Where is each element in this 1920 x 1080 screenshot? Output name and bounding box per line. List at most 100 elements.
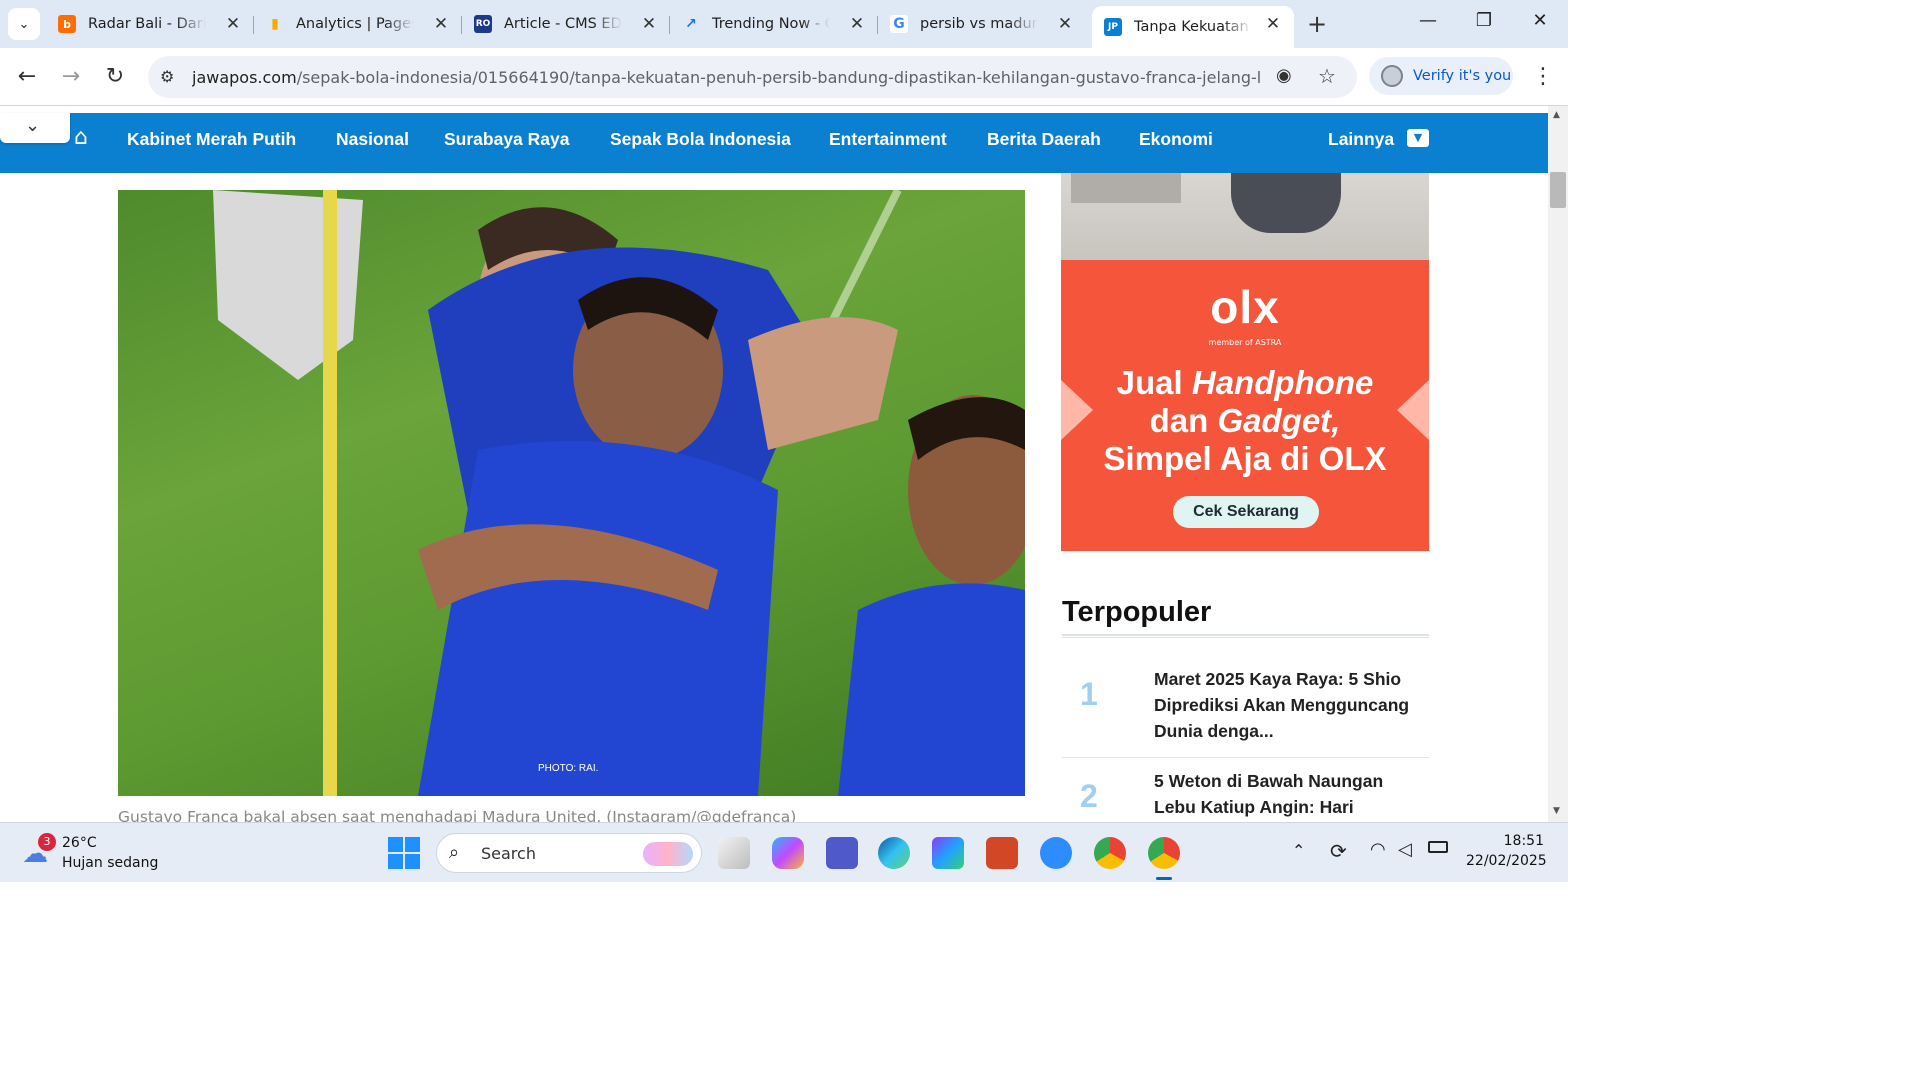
nav-item-ekonomi[interactable]: Ekonomi (1139, 129, 1213, 150)
nav-item-sepak-bola-indonesia[interactable]: Sepak Bola Indonesia (610, 129, 791, 150)
caret-down-icon[interactable]: ▼ (1407, 129, 1429, 147)
tab-strip: ⌄ b Radar Bali - Dari Ba ✕ ▮ Analytics |… (0, 0, 1568, 48)
verify-button[interactable]: Verify it's you (1369, 57, 1513, 95)
site-navigation: ⌄ ⌂ Kabinet Merah Putih Nasional Surabay… (0, 113, 1548, 173)
olx-logo: olx (1210, 281, 1280, 333)
popular-item[interactable]: 1 Maret 2025 Kaya Raya: 5 Shio Diprediks… (1062, 666, 1429, 758)
arrow-right-icon (1397, 380, 1429, 440)
popular-title[interactable]: 5 Weton di Bawah Naungan Lebu Katiup Ang… (1154, 768, 1424, 820)
scroll-thumb[interactable] (1550, 172, 1566, 208)
terpopuler-heading: Terpopuler (1062, 596, 1212, 628)
start-button[interactable] (388, 837, 420, 869)
nav-item-nasional[interactable]: Nasional (336, 129, 409, 150)
nav-item-kabinet-merah-putih[interactable]: Kabinet Merah Putih (127, 129, 296, 150)
tab-google-search[interactable]: G persib vs madura u ✕ (878, 6, 1086, 42)
wifi-icon[interactable]: ◠ (1370, 839, 1386, 860)
tab-title: Article - CMS EDITO (504, 16, 622, 32)
battery-icon[interactable] (1428, 841, 1448, 853)
back-button[interactable]: ← (12, 62, 42, 92)
tab-title: Trending Now - Go (712, 16, 830, 32)
nav-item-berita-daerah[interactable]: Berita Daerah (987, 129, 1101, 150)
profile-avatar (1381, 65, 1403, 87)
tab-analytics[interactable]: ▮ Analytics | Pages a ✕ (254, 6, 462, 42)
search-icon: ⌕ (449, 842, 460, 863)
teams-icon[interactable] (826, 837, 858, 869)
address-bar[interactable]: ⚙ jawapos.com/sepak-bola-indonesia/01566… (148, 56, 1357, 98)
weather-badge: 3 (38, 833, 56, 851)
reload-button[interactable]: ↻ (100, 62, 130, 92)
jawapos-icon: JP (1104, 18, 1122, 36)
browser-toolbar: ← → ↻ ⚙ jawapos.com/sepak-bola-indonesia… (0, 48, 1568, 106)
active-app-indicator (1156, 877, 1172, 880)
google-icon: G (890, 15, 908, 33)
clock-date[interactable]: 22/02/2025 (1466, 853, 1547, 869)
football-players-illustration (213, 190, 1025, 796)
close-tab-icon[interactable]: ✕ (640, 15, 658, 33)
tab-title: Tanpa Kekuatan Pe (1134, 19, 1252, 35)
nav-item-entertainment[interactable]: Entertainment (829, 129, 947, 150)
menu-kebab-icon[interactable]: ⋮ (1528, 62, 1558, 92)
zoom-icon[interactable] (1040, 837, 1072, 869)
trends-icon: ↗ (685, 16, 697, 32)
verify-label: Verify it's you (1413, 68, 1512, 84)
nav-item-surabaya-raya[interactable]: Surabaya Raya (444, 129, 570, 150)
bookmark-star-icon[interactable]: ☆ (1318, 64, 1336, 88)
minimize-button[interactable]: — (1414, 10, 1442, 38)
chrome-icon[interactable] (1094, 837, 1126, 869)
task-view-icon[interactable] (718, 837, 750, 869)
powerpoint-icon[interactable] (986, 837, 1018, 869)
nav-item-lainnya[interactable]: Lainnya (1328, 129, 1394, 150)
nav-collapse-toggle[interactable]: ⌄ (0, 113, 70, 143)
home-icon[interactable]: ⌂ (74, 125, 88, 150)
chevron-up-icon[interactable]: ⌃ (1292, 841, 1305, 860)
chevron-down-icon: ⌄ (18, 16, 30, 32)
ad-body: olx member of ASTRA Jual Handphone dan G… (1061, 260, 1429, 551)
eye-off-icon[interactable]: ◉ (1276, 65, 1292, 86)
edge-icon[interactable] (878, 837, 910, 869)
page-scrollbar[interactable]: ▲ ▼ (1548, 106, 1568, 822)
tab-title: Radar Bali - Dari Ba (88, 16, 206, 32)
url-text[interactable]: jawapos.com/sepak-bola-indonesia/0156641… (192, 68, 1262, 87)
clock-time[interactable]: 18:51 (1500, 833, 1544, 849)
m365-icon[interactable] (932, 837, 964, 869)
analytics-icon: ▮ (271, 16, 279, 32)
close-tab-icon[interactable]: ✕ (1056, 15, 1074, 33)
restore-button[interactable]: ❐ (1470, 10, 1498, 38)
terpopuler-section: Terpopuler 1 Maret 2025 Kaya Raya: 5 Shi… (1062, 596, 1429, 817)
weather-widget[interactable]: ☁ 3 26°C Hujan sedang (20, 833, 180, 873)
chevron-down-icon: ⌄ (25, 115, 41, 136)
weather-description: Hujan sedang (62, 855, 159, 871)
close-tab-icon[interactable]: ✕ (1264, 15, 1282, 33)
taskbar-search-box[interactable]: ⌕ Search (436, 833, 702, 873)
tab-cms[interactable]: RO Article - CMS EDITO ✕ (462, 6, 670, 42)
close-tab-icon[interactable]: ✕ (848, 15, 866, 33)
tab-trends[interactable]: ↗ Trending Now - Go ✕ (670, 6, 878, 42)
photo-credit: PHOTO: RAI. (538, 763, 599, 774)
scroll-down-icon[interactable]: ▼ (1553, 806, 1560, 816)
weather-temperature: 26°C (62, 835, 97, 851)
tab-radar-bali[interactable]: b Radar Bali - Dari Ba ✕ (46, 6, 254, 42)
popular-item[interactable]: 2 5 Weton di Bawah Naungan Lebu Katiup A… (1062, 768, 1429, 828)
tab-title: persib vs madura u (920, 16, 1038, 32)
ad-cta-button[interactable]: Cek Sekarang (1173, 496, 1319, 528)
olx-advertisement[interactable]: olx member of ASTRA Jual Handphone dan G… (1061, 173, 1429, 551)
forward-button[interactable]: → (56, 62, 86, 92)
windows-logo-icon (388, 837, 420, 869)
chrome-profile-icon[interactable] (1148, 837, 1180, 869)
sync-icon[interactable]: ⟳ (1330, 839, 1347, 863)
popular-rank: 2 (1080, 778, 1098, 814)
windows-taskbar: ☁ 3 26°C Hujan sedang ⌕ Search ⌃ ⟳ ◠ ◁ 1… (0, 822, 1568, 882)
site-info-icon[interactable]: ⚙ (160, 67, 174, 86)
radar-bali-icon: b (58, 15, 76, 33)
close-tab-icon[interactable]: ✕ (432, 15, 450, 33)
volume-icon[interactable]: ◁ (1398, 839, 1412, 860)
close-window-button[interactable]: ✕ (1526, 10, 1554, 38)
scroll-up-icon[interactable]: ▲ (1553, 110, 1560, 120)
olx-logo-sub: member of ASTRA (1208, 338, 1282, 347)
tab-search-button[interactable]: ⌄ (8, 8, 40, 40)
copilot-icon[interactable] (772, 837, 804, 869)
new-tab-button[interactable]: + (1304, 12, 1330, 38)
close-tab-icon[interactable]: ✕ (224, 15, 242, 33)
tab-jawapos-active[interactable]: JP Tanpa Kekuatan Pe ✕ (1092, 6, 1294, 48)
popular-title[interactable]: Maret 2025 Kaya Raya: 5 Shio Diprediksi … (1154, 666, 1424, 744)
